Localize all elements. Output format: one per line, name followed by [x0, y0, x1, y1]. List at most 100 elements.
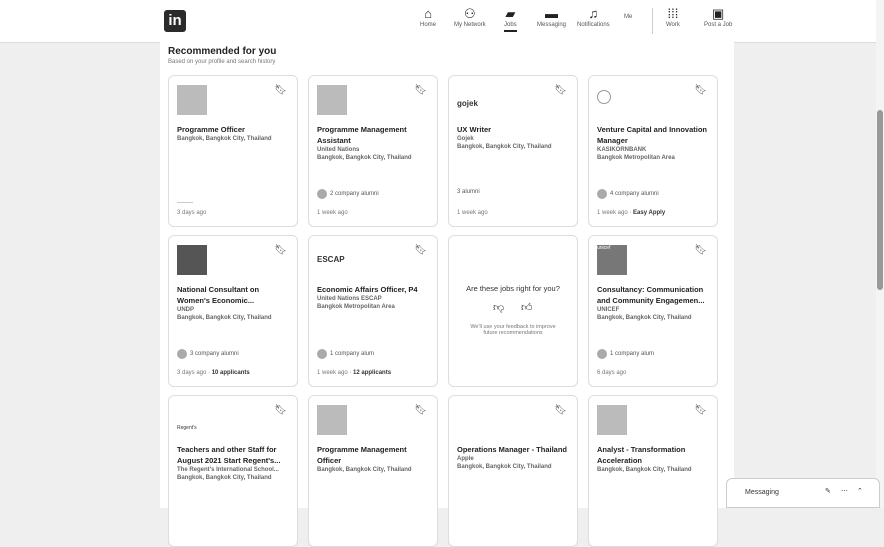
job-card[interactable]: unicef 🔖︎ Consultancy: Communication and…: [588, 235, 718, 387]
messaging-label: Messaging: [745, 489, 779, 496]
easy-apply-badge: Easy Apply: [633, 210, 666, 216]
briefcase-icon: ▰: [505, 6, 516, 21]
job-footer: 3 days ago · 10 applicants: [177, 370, 250, 376]
scrollbar-thumb[interactable]: [877, 110, 883, 290]
nav-notifications[interactable]: ♫ Notifications: [577, 6, 610, 28]
job-card[interactable]: 🔖︎ Operations Manager - Thailand Apple Ban…: [448, 395, 578, 547]
job-location: Bangkok Metropolitan Area: [317, 304, 395, 310]
job-location: Bangkok Metropolitan Area: [597, 155, 675, 161]
job-location: Bangkok, Bangkok City, Thailand: [457, 464, 552, 470]
divider: [177, 202, 193, 203]
job-location: Bangkok, Bangkok City, Thailand: [177, 475, 272, 481]
job-location: Bangkok, Bangkok City, Thailand: [597, 467, 692, 473]
job-footer: 6 days ago: [597, 370, 627, 376]
feedback-card: Are these jobs right for you? 👎︎ 👍︎ We'l…: [448, 235, 578, 387]
nav-my-network[interactable]: ⚇ My Network: [454, 6, 486, 28]
bookmark-icon[interactable]: 🔖︎: [554, 405, 567, 416]
bookmark-icon[interactable]: 🔖︎: [694, 405, 707, 416]
post-job-icon: ▣: [712, 6, 725, 21]
job-footer: 3 days ago: [177, 210, 207, 216]
job-card[interactable]: Regent's 🔖︎ Teachers and other Staff for…: [168, 395, 298, 547]
apple-logo: [457, 405, 487, 435]
unicef-logo: unicef: [597, 245, 627, 275]
bookmark-icon[interactable]: 🔖︎: [274, 85, 287, 96]
job-title[interactable]: National Consultant on Women's Economic.…: [177, 284, 291, 322]
alumni-info: 4 company alumni: [597, 189, 659, 199]
job-title[interactable]: Programme Management Officer Bangkok, Ban…: [317, 444, 431, 474]
alumni-info: 1 company alum: [317, 349, 374, 359]
job-title[interactable]: Teachers and other Staff for August 2021…: [177, 444, 291, 482]
job-location: Bangkok, Bangkok City, Thailand: [177, 315, 272, 321]
bookmark-icon[interactable]: 🔖︎: [694, 85, 707, 96]
company-name: United Nations ESCAP: [317, 296, 382, 302]
job-footer: 1 week ago: [317, 210, 348, 216]
more-icon[interactable]: ⋯: [841, 487, 848, 495]
job-card[interactable]: 🔖︎ Venture Capital and Innovation Manage…: [588, 75, 718, 227]
alumni-info: 2 company alumni: [317, 189, 379, 199]
job-title[interactable]: Venture Capital and Innovation Manager KA…: [597, 124, 711, 162]
linkedin-logo[interactable]: in: [164, 10, 186, 32]
job-footer: 1 week ago · Easy Apply: [597, 210, 666, 216]
job-card[interactable]: ESCAP 🔖︎ Economic Affairs Officer, P4 Uni…: [308, 235, 438, 387]
feedback-note: We'll use your feedback to improve futur…: [470, 324, 556, 336]
job-title[interactable]: UX Writer Gojek Bangkok, Bangkok City, Tha…: [457, 124, 571, 151]
un-logo: [317, 85, 347, 115]
job-footer: 1 week ago: [457, 210, 488, 216]
job-footer: 1 week ago · 12 applicants: [317, 370, 392, 376]
job-card[interactable]: 🔖︎ National Consultant on Women's Econom…: [168, 235, 298, 387]
grid-icon: ⁞⁞⁞: [667, 6, 679, 21]
job-location: Bangkok, Bangkok City, Thailand: [457, 144, 552, 150]
company-name: Apple: [457, 456, 474, 462]
messaging-icon: ▬: [545, 6, 558, 21]
nav-messaging[interactable]: ▬ Messaging: [537, 6, 566, 28]
nav-me[interactable]: Me: [624, 14, 632, 20]
nav-work[interactable]: ⁞⁞⁞ Work: [666, 6, 680, 28]
nav-divider: [652, 8, 653, 34]
job-location: Bangkok, Bangkok City, Thailand: [317, 155, 412, 161]
bookmark-icon[interactable]: 🔖︎: [414, 245, 427, 256]
company-logo: [177, 85, 207, 115]
regents-logo: Regent's: [177, 425, 197, 431]
kasikornbank-logo: [597, 90, 611, 104]
job-card[interactable]: 🔖︎ Analyst - Transformation Acceleration…: [588, 395, 718, 547]
bookmark-icon[interactable]: 🔖︎: [414, 405, 427, 416]
company-name: The Regent's International School...: [177, 467, 279, 473]
section-subtitle: Based on your profile and search history: [168, 59, 276, 65]
chevron-up-icon[interactable]: ⌃: [857, 487, 863, 495]
job-location: Bangkok, Bangkok City, Thailand: [177, 136, 272, 142]
thumbs-down-icon[interactable]: 👎︎: [493, 301, 504, 314]
messaging-overlay[interactable]: Messaging ✎ ⋯ ⌃: [726, 478, 880, 508]
compose-icon[interactable]: ✎: [825, 487, 831, 495]
job-title[interactable]: Analyst - Transformation Acceleration Ban…: [597, 444, 711, 474]
job-title[interactable]: Programme Management Assistant United Nat…: [317, 124, 431, 162]
section-title: Recommended for you: [168, 46, 277, 57]
job-title[interactable]: Economic Affairs Officer, P4 United Natio…: [317, 284, 431, 311]
job-card[interactable]: 🔖︎ Programme Management Assistant United …: [308, 75, 438, 227]
bookmark-icon[interactable]: 🔖︎: [554, 85, 567, 96]
bookmark-icon[interactable]: 🔖︎: [274, 405, 287, 416]
job-card[interactable]: gojek 🔖︎ UX Writer Gojek Bangkok, Bangkok …: [448, 75, 578, 227]
job-title[interactable]: Operations Manager - Thailand Apple Bangko…: [457, 444, 571, 471]
gojek-logo: gojek: [457, 99, 478, 108]
nav-jobs[interactable]: ▰ Jobs: [504, 6, 517, 32]
job-card[interactable]: 🔖︎ Programme Officer Bangkok, Bangkok Cit…: [168, 75, 298, 227]
job-title[interactable]: Consultancy: Communication and Community…: [597, 284, 711, 322]
company-name: United Nations: [317, 147, 360, 153]
job-title[interactable]: Programme Officer Bangkok, Bangkok City, …: [177, 124, 291, 143]
alumni-info: 3 company alumni: [177, 349, 239, 359]
bookmark-icon[interactable]: 🔖︎: [414, 85, 427, 96]
job-card[interactable]: 🔖︎ Programme Management Officer Bangkok, …: [308, 395, 438, 547]
job-location: Bangkok, Bangkok City, Thailand: [597, 315, 692, 321]
bookmark-icon[interactable]: 🔖︎: [274, 245, 287, 256]
thumbs-up-icon[interactable]: 👍︎: [521, 301, 533, 314]
home-icon: ⌂: [424, 6, 432, 21]
alumni-info: 3 alumni: [457, 189, 480, 195]
nav-post-job[interactable]: ▣ Post a Job: [704, 6, 732, 28]
nav-home[interactable]: ⌂ Home: [420, 6, 436, 28]
escap-logo: ESCAP: [317, 255, 345, 264]
top-navigation-bar: in ⌂ Home ⚇ My Network ▰ Jobs ▬ Messaging ♫ N…: [0, 0, 876, 43]
bookmark-icon[interactable]: 🔖︎: [694, 245, 707, 256]
company-name: UNDP: [177, 307, 195, 313]
company-name: Gojek: [457, 136, 474, 142]
alumni-info: 1 company alum: [597, 349, 654, 359]
